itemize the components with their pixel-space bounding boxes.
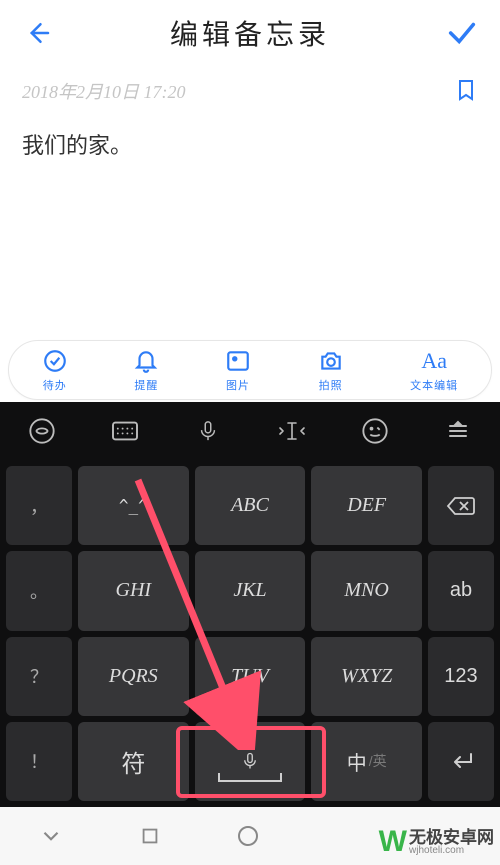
tool-todo[interactable]: 待办 [42, 348, 68, 393]
arrow-left-icon [23, 18, 53, 48]
back-button[interactable] [18, 13, 58, 53]
backspace-icon [446, 495, 476, 517]
chevron-down-icon [38, 823, 64, 849]
watermark: W 无极安卓网 wjhoteli.com [379, 825, 494, 859]
bookmark-button[interactable] [454, 76, 478, 104]
image-icon [225, 348, 251, 374]
tool-reminder[interactable]: 提醒 [133, 348, 159, 393]
keyboard-switch-button[interactable] [104, 410, 146, 452]
nav-home[interactable] [236, 824, 260, 848]
bell-icon [133, 348, 159, 374]
key-def[interactable]: DEF [311, 466, 422, 545]
key-emoticon[interactable]: ^_^ [78, 466, 189, 545]
keyboard-menu-button[interactable] [437, 410, 479, 452]
key-wxyz[interactable]: WXYZ [311, 637, 422, 716]
mic-icon [197, 417, 219, 445]
keyboard-toolbar [0, 402, 500, 460]
note-editor[interactable]: 2018年2月10日 17:20 我们的家。 [0, 66, 500, 336]
header: 编辑备忘录 [0, 0, 500, 66]
tool-label: 待办 [43, 377, 67, 393]
cursor-move-button[interactable] [271, 410, 313, 452]
tool-label: 拍照 [319, 377, 343, 393]
key-123-mode[interactable]: 123 [428, 637, 494, 716]
watermark-en: wjhoteli.com [409, 846, 494, 856]
memo-toolbar: 待办 提醒 图片 拍照 Aa 文本编辑 [8, 340, 492, 400]
ime-keyboard: ， ^_^ ABC DEF 。 GHI JKL MNO ab ？ PQRS TU… [0, 402, 500, 807]
watermark-cn: 无极安卓网 [409, 829, 494, 846]
keyboard-grid: ， ^_^ ABC DEF 。 GHI JKL MNO ab ？ PQRS TU… [0, 460, 500, 807]
key-comma[interactable]: ， [6, 466, 72, 545]
watermark-logo: W [379, 825, 403, 859]
nav-hide-keyboard[interactable] [38, 823, 64, 849]
circle-icon [236, 824, 260, 848]
voice-input-button[interactable] [187, 410, 229, 452]
key-jkl[interactable]: JKL [195, 551, 306, 630]
check-icon [445, 16, 479, 50]
key-tuv[interactable]: TUV [195, 637, 306, 716]
key-language-toggle[interactable]: 中/英 [311, 722, 422, 801]
tool-text-edit[interactable]: Aa 文本编辑 [410, 348, 458, 393]
page-title: 编辑备忘录 [170, 13, 330, 53]
enter-icon [447, 750, 475, 772]
lang-primary: 中 [347, 747, 367, 776]
text-aa-icon: Aa [421, 348, 447, 374]
smiley-icon [361, 417, 389, 445]
key-exclaim[interactable]: ！ [6, 722, 72, 801]
key-space-voice[interactable] [195, 722, 306, 801]
camera-icon [317, 348, 345, 374]
key-question[interactable]: ？ [6, 637, 72, 716]
confirm-button[interactable] [442, 13, 482, 53]
menu-bars-icon [443, 419, 473, 443]
tool-label: 图片 [226, 377, 250, 393]
note-body[interactable]: 我们的家。 [22, 128, 478, 160]
key-symbols[interactable]: 符 [78, 722, 189, 801]
ime-logo-icon [28, 417, 56, 445]
key-ghi[interactable]: GHI [78, 551, 189, 630]
tool-label: 文本编辑 [410, 377, 458, 393]
tool-camera[interactable]: 拍照 [317, 348, 345, 393]
note-timestamp: 2018年2月10日 17:20 [22, 78, 478, 104]
bookmark-icon [454, 76, 478, 104]
key-pqrs[interactable]: PQRS [78, 637, 189, 716]
square-icon [139, 825, 161, 847]
key-period[interactable]: 。 [6, 551, 72, 630]
space-bar-icon [215, 771, 285, 785]
key-backspace[interactable] [428, 466, 494, 545]
cursor-icon [277, 418, 307, 444]
tool-image[interactable]: 图片 [225, 348, 251, 393]
emoji-button[interactable] [354, 410, 396, 452]
lang-secondary: /英 [369, 751, 387, 771]
mic-small-icon [241, 750, 259, 772]
key-ab-mode[interactable]: ab [428, 551, 494, 630]
key-mno[interactable]: MNO [311, 551, 422, 630]
ime-logo-button[interactable] [21, 410, 63, 452]
key-enter[interactable] [428, 722, 494, 801]
key-abc[interactable]: ABC [195, 466, 306, 545]
tool-label: 提醒 [134, 377, 158, 393]
check-circle-icon [42, 348, 68, 374]
nav-recent[interactable] [139, 825, 161, 847]
keyboard-icon [110, 419, 140, 443]
